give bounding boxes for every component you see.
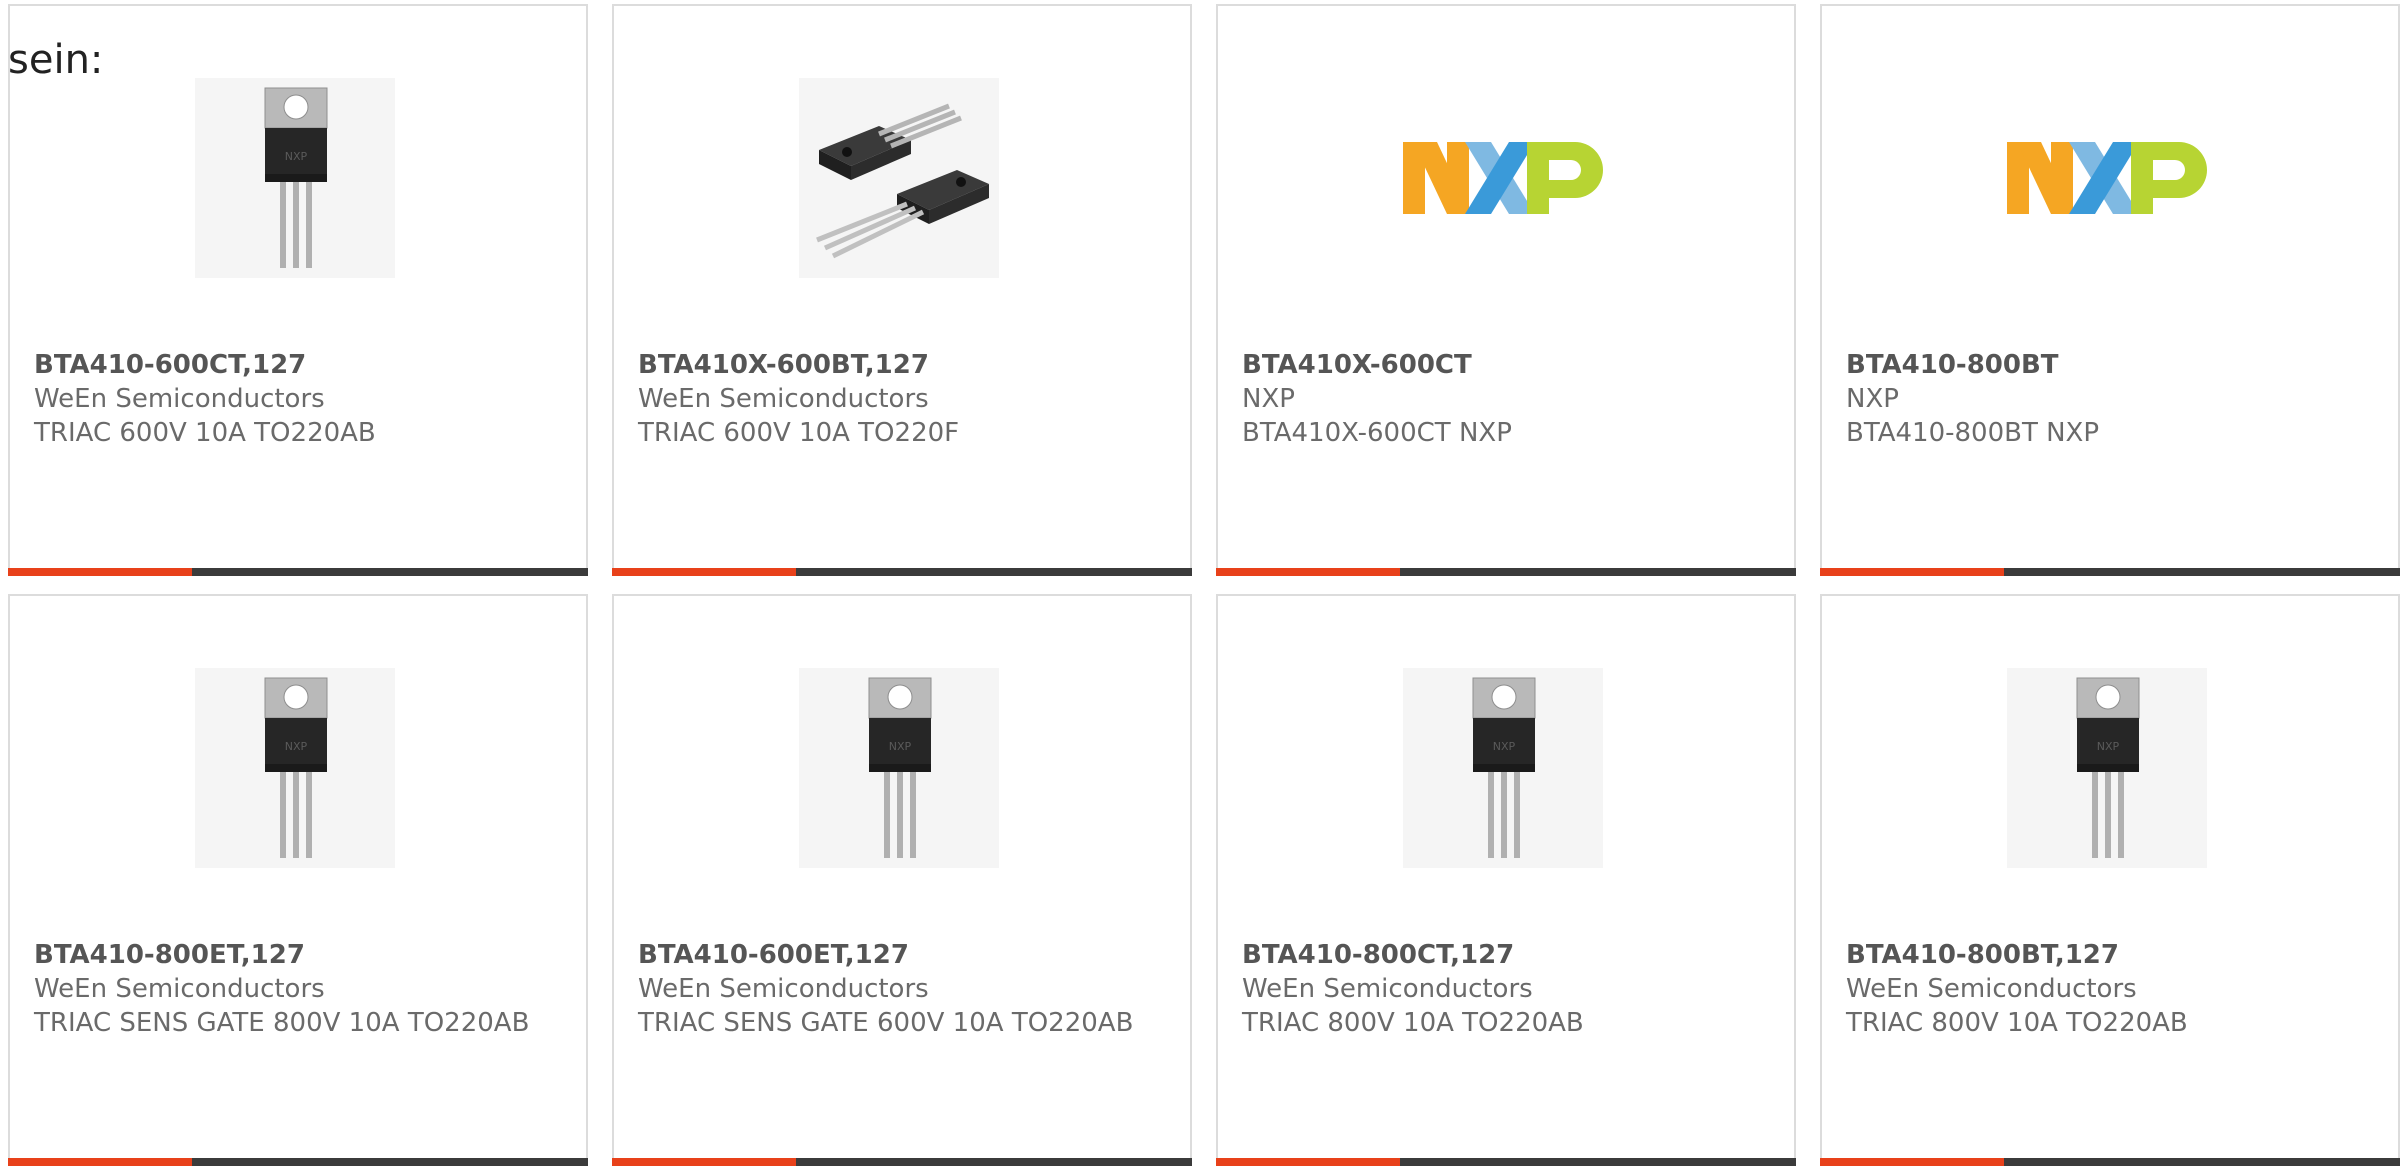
product-description: TRIAC 800V 10A TO220AB: [1242, 1008, 1584, 1038]
product-card[interactable]: BTA410X-600CT NXP BTA410X-600CT NXP: [1216, 4, 1796, 576]
product-card[interactable]: NXP BTA410-800CT,127 WeEn Semiconductors…: [1216, 594, 1796, 1166]
product-card[interactable]: BTA410-800BT NXP BTA410-800BT NXP: [1820, 4, 2400, 576]
product-manufacturer: WeEn Semiconductors: [34, 974, 325, 1004]
card-footer-accent: [8, 1158, 192, 1166]
card-footer-accent: [612, 568, 796, 576]
svg-text:NXP: NXP: [285, 740, 308, 753]
product-description: TRIAC SENS GATE 800V 10A TO220AB: [34, 1008, 530, 1038]
product-description: TRIAC 800V 10A TO220AB: [1846, 1008, 2188, 1038]
product-card[interactable]: NXP BTA410-800ET,127 WeEn Semiconductors…: [8, 594, 588, 1166]
card-footer-accent: [1820, 1158, 2004, 1166]
to220f-triac-pair-icon: [799, 78, 999, 278]
product-name[interactable]: BTA410X-600CT: [1242, 348, 1776, 382]
product-name[interactable]: BTA410-800BT: [1846, 348, 2380, 382]
card-footer-bar: [612, 1158, 1192, 1166]
to220-triac-icon: NXP: [2007, 668, 2207, 868]
product-description: BTA410X-600CT NXP: [1242, 418, 1512, 448]
to220-triac-icon: NXP: [1403, 668, 1603, 868]
card-footer-accent: [1820, 568, 2004, 576]
product-name[interactable]: BTA410-800CT,127: [1242, 938, 1776, 972]
card-footer-bar: [1216, 568, 1796, 576]
to220-triac-icon: NXP: [799, 668, 999, 868]
card-footer-accent: [8, 568, 192, 576]
product-card[interactable]: NXP BTA410-600CT,127 WeEn Semiconductors…: [8, 4, 588, 576]
to220-triac-icon: NXP: [195, 78, 395, 278]
product-manufacturer: WeEn Semiconductors: [34, 384, 325, 414]
card-footer-bar: [1820, 568, 2400, 576]
product-manufacturer: WeEn Semiconductors: [1242, 974, 1533, 1004]
product-name[interactable]: BTA410-800ET,127: [34, 938, 568, 972]
product-description: TRIAC SENS GATE 600V 10A TO220AB: [638, 1008, 1134, 1038]
product-card[interactable]: NXP BTA410-600ET,127 WeEn Semiconductors…: [612, 594, 1192, 1166]
card-footer-bar: [1820, 1158, 2400, 1166]
product-manufacturer: NXP: [1846, 384, 1899, 414]
svg-text:NXP: NXP: [2097, 740, 2120, 753]
product-name[interactable]: BTA410-800BT,127: [1846, 938, 2380, 972]
product-description: BTA410-800BT NXP: [1846, 418, 2100, 448]
nxp-logo-icon: [1403, 78, 1603, 278]
svg-text:NXP: NXP: [285, 150, 308, 163]
product-manufacturer: WeEn Semiconductors: [638, 384, 929, 414]
product-manufacturer: NXP: [1242, 384, 1295, 414]
card-footer-accent: [612, 1158, 796, 1166]
product-name[interactable]: BTA410-600ET,127: [638, 938, 1172, 972]
card-footer-bar: [8, 1158, 588, 1166]
to220-triac-icon: NXP: [195, 668, 395, 868]
product-card[interactable]: NXP BTA410-800BT,127 WeEn Semiconductors…: [1820, 594, 2400, 1166]
product-name[interactable]: BTA410-600CT,127: [34, 348, 568, 382]
product-description: TRIAC 600V 10A TO220AB: [34, 418, 376, 448]
product-manufacturer: WeEn Semiconductors: [638, 974, 929, 1004]
product-card[interactable]: BTA410X-600BT,127 WeEn Semiconductors TR…: [612, 4, 1192, 576]
card-footer-bar: [8, 568, 588, 576]
svg-text:NXP: NXP: [1493, 740, 1516, 753]
product-manufacturer: WeEn Semiconductors: [1846, 974, 2137, 1004]
intro-text: sein:: [8, 37, 104, 83]
svg-text:NXP: NXP: [889, 740, 912, 753]
card-footer-accent: [1216, 568, 1400, 576]
card-footer-bar: [1216, 1158, 1796, 1166]
product-description: TRIAC 600V 10A TO220F: [638, 418, 960, 448]
card-footer-accent: [1216, 1158, 1400, 1166]
nxp-logo-icon: [2007, 78, 2207, 278]
product-name[interactable]: BTA410X-600BT,127: [638, 348, 1172, 382]
card-footer-bar: [612, 568, 1192, 576]
